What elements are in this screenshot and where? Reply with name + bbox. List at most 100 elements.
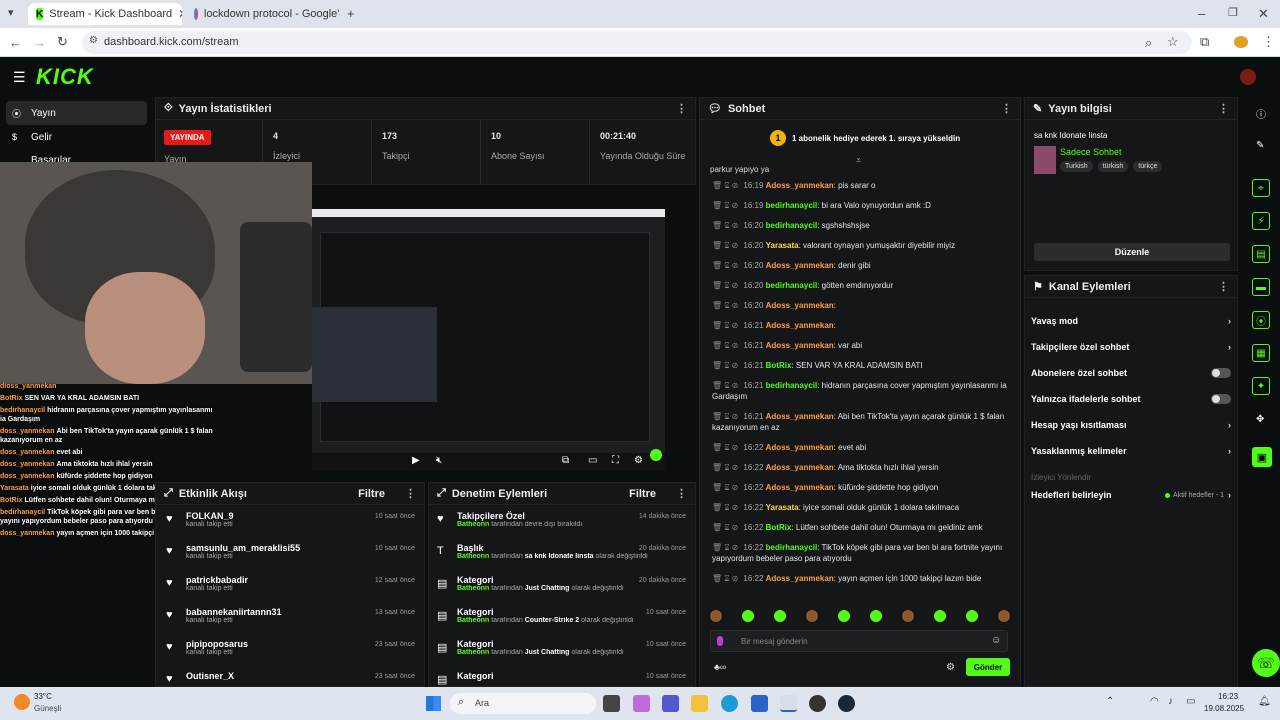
mod-tools-icon[interactable]: 🗑︎ ⌛︎ ⊘ — [712, 241, 738, 250]
collapse-icon[interactable]: ⩡ — [856, 155, 861, 166]
maximize-icon[interactable]: ❐ — [1228, 6, 1238, 19]
close-window-icon[interactable]: ✕ — [1258, 6, 1269, 22]
profile-avatar[interactable] — [1234, 36, 1248, 48]
chat-username[interactable]: Adoss_yanmekan — [766, 574, 834, 583]
theatre-icon[interactable]: ▭ — [588, 455, 597, 466]
tray-chevron-icon[interactable]: ⌃ — [1106, 696, 1114, 707]
new-tab-icon[interactable]: + — [347, 6, 355, 21]
puzzle-icon[interactable]: ✥ — [1256, 414, 1264, 425]
document-icon[interactable]: ▤ — [1252, 245, 1270, 263]
mod-tools-icon[interactable]: 🗑︎ ⌛︎ ⊘ — [712, 574, 738, 583]
browser-menu-icon[interactable]: ⋮ — [1262, 34, 1275, 50]
back-icon[interactable]: ← — [9, 35, 22, 50]
file-explorer-icon[interactable] — [691, 695, 708, 712]
mod-tools-icon[interactable]: 🗑︎ ⌛︎ ⊘ — [712, 361, 738, 370]
chat-username[interactable]: Adoss_yanmekan — [766, 321, 834, 330]
emote-icon[interactable] — [934, 610, 946, 622]
mod-tools-icon[interactable]: 🗑︎ ⌛︎ ⊘ — [712, 281, 738, 290]
emote-icon[interactable] — [966, 610, 978, 622]
emoji-icon[interactable]: ☺ — [991, 635, 1001, 646]
emote-icon[interactable] — [742, 610, 754, 622]
chat-username[interactable]: Adoss_yanmekan — [766, 412, 834, 421]
volume-icon[interactable]: ♪ — [1168, 696, 1173, 707]
toggle-switch[interactable] — [1211, 394, 1231, 404]
channel-action-row[interactable]: Yasaklanmış kelimeler › — [1031, 438, 1231, 464]
bookmark-star-icon[interactable]: ☆ — [1167, 34, 1179, 50]
mod-tools-icon[interactable]: 🗑︎ ⌛︎ ⊘ — [712, 381, 738, 390]
zoom-icon[interactable]: ⌕ — [1145, 35, 1152, 51]
channel-action-row[interactable]: İzleyici Yönlendir — [1031, 464, 1231, 490]
tab-kick-dashboard[interactable]: K Stream - Kick Dashboard ✕ — [28, 3, 182, 25]
store-icon[interactable] — [751, 695, 768, 712]
pencil-icon[interactable]: ✎ — [1256, 140, 1264, 151]
chat-username[interactable]: Yarasata — [766, 503, 799, 512]
chat-username[interactable]: Adoss_yanmekan — [766, 181, 834, 190]
mod-tools-icon[interactable]: 🗑︎ ⌛︎ ⊘ — [712, 463, 738, 472]
chat-username[interactable]: bedirhanaycil — [766, 221, 818, 230]
more-options-icon[interactable]: ⋮ — [676, 102, 687, 115]
mod-tools-icon[interactable]: 🗑︎ ⌛︎ ⊘ — [712, 412, 738, 421]
copilot-icon[interactable] — [633, 695, 650, 712]
category-name[interactable]: Sadece Sohbet — [1060, 147, 1122, 157]
weather-icon[interactable] — [14, 694, 30, 710]
emote-icon[interactable] — [806, 610, 818, 622]
app-icon[interactable]: ▣ — [1252, 447, 1272, 467]
filter-button[interactable]: Filtre — [358, 488, 385, 500]
notifications-icon[interactable]: 🔔︎ — [1258, 696, 1271, 707]
mod-tools-icon[interactable]: 🗑︎ ⌛︎ ⊘ — [712, 221, 738, 230]
lightning-icon[interactable]: ⚡︎ — [1252, 212, 1270, 230]
mod-tools-icon[interactable]: 🗑︎ ⌛︎ ⊘ — [712, 301, 738, 310]
channel-action-row[interactable]: Hesap yaşı kısıtlaması › — [1031, 412, 1231, 438]
mod-tools-icon[interactable]: 🗑︎ ⌛︎ ⊘ — [712, 523, 738, 532]
tab-search-icon[interactable]: ▾ — [8, 6, 14, 19]
sidebar-item-gelir[interactable]: $ Gelir — [6, 127, 147, 149]
emote-icon[interactable] — [774, 610, 786, 622]
channel-action-row[interactable]: Yalnızca ifadelerle sohbet — [1031, 386, 1231, 412]
tab-google[interactable]: lockdown protocol - Google'da ✕ — [186, 3, 340, 25]
windows-start-icon[interactable] — [426, 696, 441, 711]
chat-username[interactable]: Adoss_yanmekan — [766, 483, 834, 492]
channel-action-row[interactable]: Abonelere özel sohbet — [1031, 360, 1231, 386]
goals-row[interactable]: Hedefleri belirleyin Aktif hedefler - 1 … — [1031, 490, 1231, 500]
emote-icon[interactable] — [838, 610, 850, 622]
tag-pill[interactable]: Turkish — [1060, 161, 1093, 172]
chrome-icon[interactable] — [780, 695, 797, 712]
taskbar-search[interactable]: ⌕ Ara — [450, 693, 596, 714]
chat-input[interactable]: Bir mesaj gönderin ☺ — [710, 630, 1008, 652]
chat-bubble-icon[interactable]: ▬ — [1252, 278, 1270, 296]
chat-username[interactable]: BotRix — [766, 361, 792, 370]
chat-username[interactable]: BotRix — [766, 523, 792, 532]
filter-button[interactable]: Filtre — [629, 488, 656, 500]
mod-tools-icon[interactable]: 🗑︎ ⌛︎ ⊘ — [712, 543, 738, 552]
more-options-icon[interactable]: ⋮ — [1001, 102, 1012, 115]
emote-icon[interactable] — [710, 610, 722, 622]
mod-tools-icon[interactable]: 🗑︎ ⌛︎ ⊘ — [712, 503, 738, 512]
mod-tools-icon[interactable]: 🗑︎ ⌛︎ ⊘ — [712, 201, 738, 210]
mod-tools-icon[interactable]: 🗑︎ ⌛︎ ⊘ — [712, 261, 738, 270]
mute-icon[interactable]: 🔇︎ — [436, 455, 442, 466]
task-view-icon[interactable] — [603, 695, 620, 712]
chat-username[interactable]: Yarasata — [766, 241, 799, 250]
layout-icon[interactable]: ▦ — [1252, 344, 1270, 362]
emote-icon[interactable] — [902, 610, 914, 622]
forward-icon[interactable]: → — [33, 35, 46, 50]
close-icon[interactable]: ✕ — [178, 7, 182, 21]
capture-icon[interactable]: ⌖ — [1252, 179, 1270, 197]
tools-icon[interactable]: ✦ — [1252, 377, 1270, 395]
rewards-icon[interactable]: ♣∞ — [714, 662, 726, 672]
send-button[interactable]: Gönder — [966, 658, 1010, 676]
steam-icon[interactable] — [838, 695, 855, 712]
tag-pill[interactable]: türkçe — [1133, 161, 1163, 172]
wifi-icon[interactable]: ◠ — [1150, 696, 1159, 707]
user-avatar[interactable] — [1240, 69, 1256, 85]
pinned-message[interactable]: 1 1 abonelik hediye ederek 1. sıraya yük… — [770, 130, 960, 146]
edit-button[interactable]: Düzenle — [1034, 243, 1230, 261]
battery-icon[interactable]: ▭ — [1186, 696, 1195, 707]
mod-tools-icon[interactable]: 🗑︎ ⌛︎ ⊘ — [712, 483, 738, 492]
channel-action-row[interactable]: Takipçilere özel sohbet › — [1031, 334, 1231, 360]
chat-username[interactable]: bedirhanaycil — [766, 281, 818, 290]
chat-username[interactable]: Adoss_yanmekan — [766, 341, 834, 350]
pip-icon[interactable]: ⧉ — [562, 455, 569, 466]
mod-tools-icon[interactable]: 🗑︎ ⌛︎ ⊘ — [712, 443, 738, 452]
broadcast-icon[interactable]: ⦿ — [1252, 311, 1270, 329]
